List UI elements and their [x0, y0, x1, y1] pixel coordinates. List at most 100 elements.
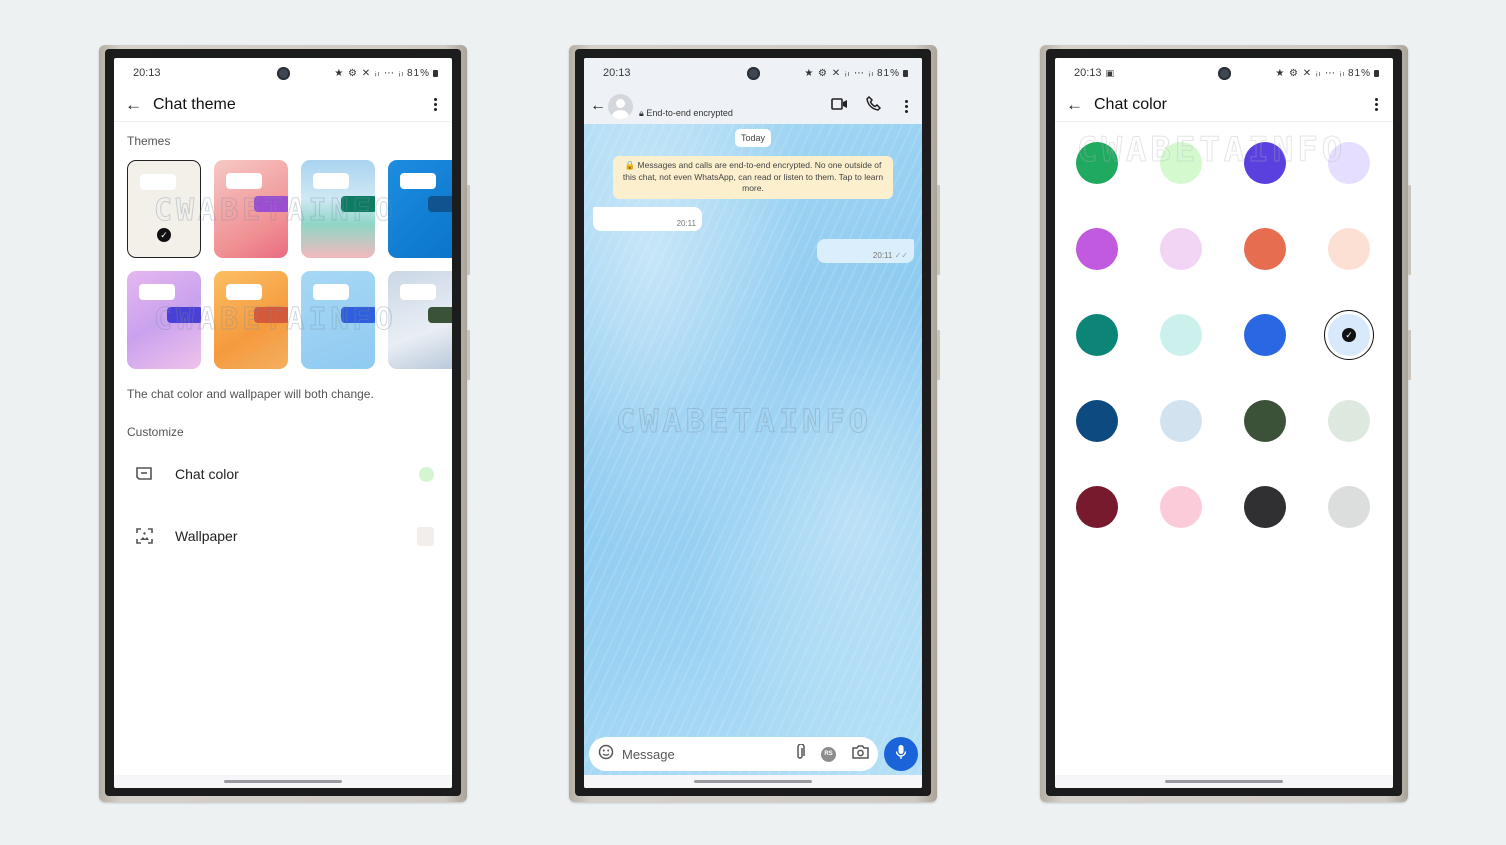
app-bar: ← Chat color — [1055, 88, 1393, 122]
battery-level: 81% — [876, 67, 900, 79]
more-options — [899, 99, 913, 113]
watermark: CWABETAINFO — [154, 193, 397, 229]
color-swatch[interactable] — [1160, 400, 1202, 442]
screen: 20:13 ★ ⚙ ✕ ᵢₗ ⋯ ᵢₗ 81% ← 🔒︎ End-to-end … — [584, 58, 922, 788]
status-time: 20:13 — [1074, 67, 1102, 79]
back-arrow-icon[interactable]: ← — [590, 97, 606, 115]
color-swatch[interactable] — [1076, 314, 1118, 356]
message-composer[interactable]: Message RS — [589, 737, 878, 771]
themes-grid: ✓ — [114, 160, 452, 369]
status-icons-glyphs: ★ ⚙ ✕ ᵢₗ ⋯ ᵢₗ — [804, 67, 874, 79]
color-swatch[interactable] — [1328, 486, 1370, 528]
color-swatch[interactable] — [1244, 400, 1286, 442]
color-swatch[interactable] — [1328, 228, 1370, 270]
read-ticks-icon: ✓✓ — [894, 251, 908, 260]
front-camera — [747, 67, 760, 80]
home-indicator[interactable] — [224, 780, 342, 783]
chat-color-row[interactable]: Chat color — [114, 443, 452, 505]
chat-wallpaper: Today 🔒 Messages and calls are end-to-en… — [584, 124, 922, 788]
chat-color-label: Chat color — [175, 466, 239, 482]
page-title: Chat color — [1094, 95, 1167, 113]
chat-color-icon — [133, 465, 155, 483]
date-chip: Today — [734, 129, 772, 147]
battery-level: 81% — [1347, 67, 1371, 79]
chat-header: 20:13 ★ ⚙ ✕ ᵢₗ ⋯ ᵢₗ 81% ← 🔒︎ End-to-end … — [584, 58, 922, 124]
theme-tile-blue-lines[interactable] — [388, 160, 452, 258]
status-bar: 20:13 ★ ⚙ ✕ ᵢₗ ⋯ ᵢₗ 81% — [584, 58, 922, 88]
color-swatch[interactable] — [1160, 486, 1202, 528]
chat-app-bar: ← 🔒︎ End-to-end encrypted — [584, 88, 922, 124]
watermark: CWABETAINFO — [1076, 130, 1347, 171]
volume-button — [467, 185, 470, 275]
theme-tile-clouds[interactable] — [388, 271, 452, 369]
phone-chat: 20:13 ★ ⚙ ✕ ᵢₗ ⋯ ᵢₗ 81% ← 🔒︎ End-to-end … — [569, 45, 940, 802]
status-time: 20:13 — [133, 67, 161, 79]
nav-bar — [1055, 775, 1393, 788]
screen: 20:13 ★ ⚙ ✕ ᵢₗ ⋯ ᵢₗ 81% ← Chat theme The… — [114, 58, 452, 788]
outgoing-message[interactable]: 20:11 ✓✓ — [817, 239, 914, 263]
wallpaper-label: Wallpaper — [175, 528, 238, 544]
status-bar: 20:13 ★ ⚙ ✕ ᵢₗ ⋯ ᵢₗ 81% — [114, 58, 452, 88]
battery-level: 81% — [406, 67, 430, 79]
microphone-icon — [895, 744, 907, 765]
color-swatch[interactable] — [1160, 228, 1202, 270]
watermark: CWABETAINFO — [616, 402, 872, 441]
gallery-notification-icon: ▣ — [1105, 67, 1115, 78]
home-indicator[interactable] — [694, 780, 812, 783]
power-button — [1408, 330, 1411, 380]
chat-color-swatch — [419, 466, 434, 482]
encryption-subtitle-text: End-to-end encrypted — [646, 107, 733, 118]
preview-bubble-outgoing — [428, 196, 452, 212]
color-swatch[interactable] — [1076, 400, 1118, 442]
emoji-sticker-icon[interactable] — [598, 744, 614, 765]
back-arrow-icon[interactable]: ← — [1066, 95, 1092, 115]
status-icons-glyphs: ★ ⚙ ✕ ᵢₗ ⋯ ᵢₗ — [334, 67, 404, 79]
back-arrow-icon[interactable]: ← — [125, 95, 151, 115]
battery-icon — [903, 69, 908, 77]
preview-bubble-incoming — [400, 284, 436, 300]
color-swatch[interactable] — [1244, 314, 1286, 356]
chat-actions — [831, 95, 913, 116]
payment-avatar-icon[interactable]: RS — [821, 746, 836, 762]
attach-icon[interactable] — [795, 742, 805, 765]
power-button — [467, 330, 470, 380]
status-icons: ★ ⚙ ✕ ᵢₗ ⋯ ᵢₗ 81% — [1275, 68, 1379, 79]
message-time-text: 20:11 — [872, 251, 893, 260]
color-swatch[interactable] — [1328, 400, 1370, 442]
voice-call-icon[interactable] — [866, 95, 882, 116]
color-swatch[interactable] — [1160, 314, 1202, 356]
camera-icon[interactable] — [852, 744, 869, 764]
preview-bubble-incoming — [139, 284, 175, 300]
message-input[interactable]: Message — [622, 747, 675, 762]
encryption-notice[interactable]: 🔒 Messages and calls are end-to-end encr… — [613, 156, 893, 199]
wallpaper-row[interactable]: Wallpaper — [114, 505, 452, 567]
encryption-subtitle[interactable]: 🔒︎ End-to-end encrypted — [639, 108, 733, 119]
preview-bubble-outgoing — [428, 307, 452, 323]
composer-actions: RS — [795, 742, 869, 765]
color-swatch[interactable]: ✓ — [1324, 310, 1374, 360]
phone-chat-theme: 20:13 ★ ⚙ ✕ ᵢₗ ⋯ ᵢₗ 81% ← Chat theme The… — [99, 45, 470, 802]
color-swatch[interactable] — [1076, 486, 1118, 528]
status-icons: ★ ⚙ ✕ ᵢₗ ⋯ ᵢₗ 81% — [334, 68, 438, 79]
voice-message-button[interactable] — [884, 737, 918, 771]
color-swatch[interactable] — [1076, 228, 1118, 270]
wallpaper-swatch — [417, 526, 434, 546]
battery-icon — [433, 69, 438, 77]
nav-bar — [584, 775, 922, 788]
home-indicator[interactable] — [1165, 780, 1283, 783]
battery-icon — [1374, 69, 1379, 77]
status-time: 20:13 — [603, 67, 631, 79]
video-call-icon[interactable] — [831, 97, 848, 115]
customize-label: Customize — [127, 425, 184, 439]
watermark: CWABETAINFO — [154, 302, 397, 338]
more-options-icon[interactable] — [899, 99, 913, 113]
selected-check-icon: ✓ — [1342, 328, 1356, 342]
message-time: 20:11 — [676, 219, 696, 228]
contact-avatar[interactable] — [608, 93, 633, 119]
incoming-message[interactable]: 20:11 — [593, 207, 702, 231]
more-options-icon[interactable] — [1369, 98, 1383, 111]
more-options-icon[interactable] — [428, 98, 442, 111]
color-swatch[interactable] — [1244, 486, 1286, 528]
nav-bar — [114, 775, 452, 788]
color-swatch[interactable] — [1244, 228, 1286, 270]
